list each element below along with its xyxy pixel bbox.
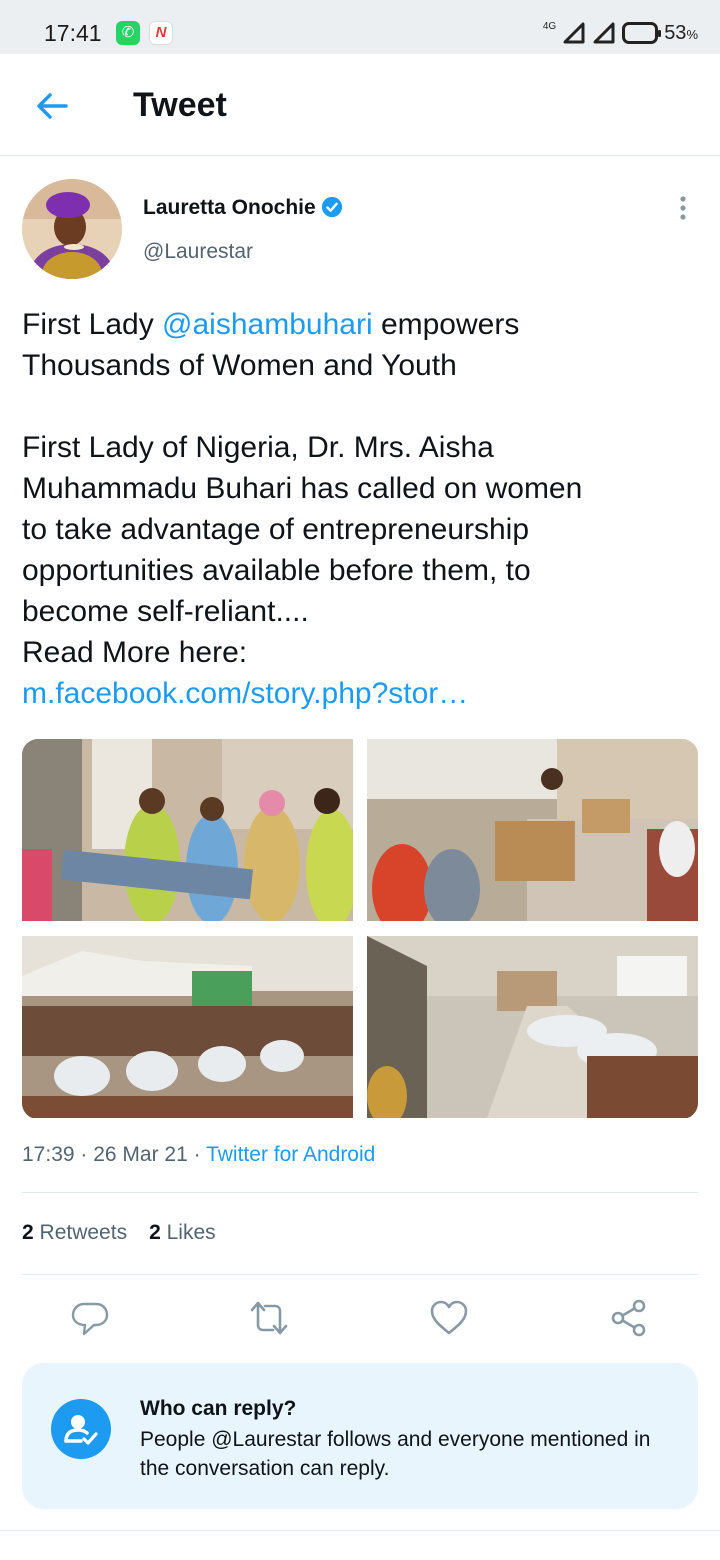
tweet-text-segment: First Lady bbox=[22, 308, 163, 341]
likes-stat[interactable]: 2 Likes bbox=[149, 1221, 216, 1245]
tweet-text-line: First Lady of Nigeria, Dr. Mrs. Aisha bbox=[22, 431, 494, 464]
tweet-text-line: to take advantage of entrepreneurship bbox=[22, 513, 530, 546]
retweet-icon[interactable] bbox=[249, 1298, 289, 1338]
meta-separator: · bbox=[187, 1143, 207, 1166]
tweet-text-line: Muhammadu Buhari has called on women bbox=[22, 472, 583, 505]
tweet-text-segment: empowers bbox=[372, 308, 520, 341]
tweet-timestamp: 17:39 · 26 Mar 21 · Twitter for Android bbox=[22, 1143, 375, 1167]
reply-restriction-icon bbox=[51, 1399, 111, 1459]
back-arrow-icon[interactable] bbox=[32, 86, 72, 126]
tweet-source-link[interactable]: Twitter for Android bbox=[206, 1143, 375, 1166]
tweet-text: First Lady @aishambuhari empowers Thousa… bbox=[22, 304, 702, 714]
signal-icon bbox=[593, 22, 615, 44]
author-handle[interactable]: @Laurestar bbox=[143, 240, 253, 264]
tweet-time: 17:39 bbox=[22, 1143, 75, 1166]
avatar-image bbox=[22, 179, 122, 279]
retweets-stat[interactable]: 2 Retweets bbox=[22, 1221, 127, 1245]
page-title: Tweet bbox=[133, 86, 227, 124]
status-time: 17:41 bbox=[44, 20, 102, 46]
mention-link[interactable]: @aishambuhari bbox=[162, 308, 373, 341]
tweet-stats: 2 Retweets 2 Likes bbox=[22, 1221, 216, 1245]
status-bar: 17:41 ✆ N 4G 53% bbox=[0, 0, 720, 54]
reply-settings-title: Who can reply? bbox=[140, 1397, 297, 1420]
verified-badge-icon bbox=[321, 196, 343, 218]
reply-icon[interactable] bbox=[70, 1298, 110, 1338]
share-icon[interactable] bbox=[609, 1298, 649, 1338]
battery-icon bbox=[622, 22, 662, 44]
divider bbox=[0, 1530, 720, 1531]
news-icon: N bbox=[149, 21, 173, 45]
meta-separator: · bbox=[74, 1143, 94, 1166]
status-indicators: 4G 53% bbox=[543, 18, 698, 48]
media-grid bbox=[22, 739, 698, 1119]
tweet-text-line: Thousands of Women and Youth bbox=[22, 349, 457, 382]
tweet-text-line: become self-reliant.... bbox=[22, 595, 309, 628]
tweet-photo[interactable] bbox=[367, 936, 698, 1118]
like-icon[interactable] bbox=[429, 1298, 469, 1338]
divider bbox=[22, 1192, 698, 1193]
divider bbox=[22, 1274, 698, 1275]
tweet-photo[interactable] bbox=[367, 739, 698, 921]
avatar[interactable] bbox=[22, 179, 122, 279]
whatsapp-icon: ✆ bbox=[116, 21, 140, 45]
reply-settings-card: Who can reply? People @Laurestar follows… bbox=[22, 1363, 698, 1509]
tweet-date: 26 Mar 21 bbox=[93, 1143, 188, 1166]
more-options-icon[interactable] bbox=[674, 194, 692, 224]
app-header: Tweet bbox=[0, 54, 720, 156]
battery-percent: 53% bbox=[664, 21, 698, 44]
reply-settings-description: People @Laurestar follows and everyone m… bbox=[140, 1428, 651, 1480]
tweet-text-line: Read More here: bbox=[22, 636, 248, 669]
tweet-text-line: opportunities available before them, to bbox=[22, 554, 531, 587]
signal-icon bbox=[563, 22, 585, 44]
network-label: 4G bbox=[542, 21, 557, 32]
tweet-photo[interactable] bbox=[22, 739, 353, 921]
author-name[interactable]: Lauretta Onochie bbox=[143, 196, 316, 220]
tweet-photo[interactable] bbox=[22, 936, 353, 1118]
external-link[interactable]: m.facebook.com/story.php?stor… bbox=[22, 673, 702, 714]
